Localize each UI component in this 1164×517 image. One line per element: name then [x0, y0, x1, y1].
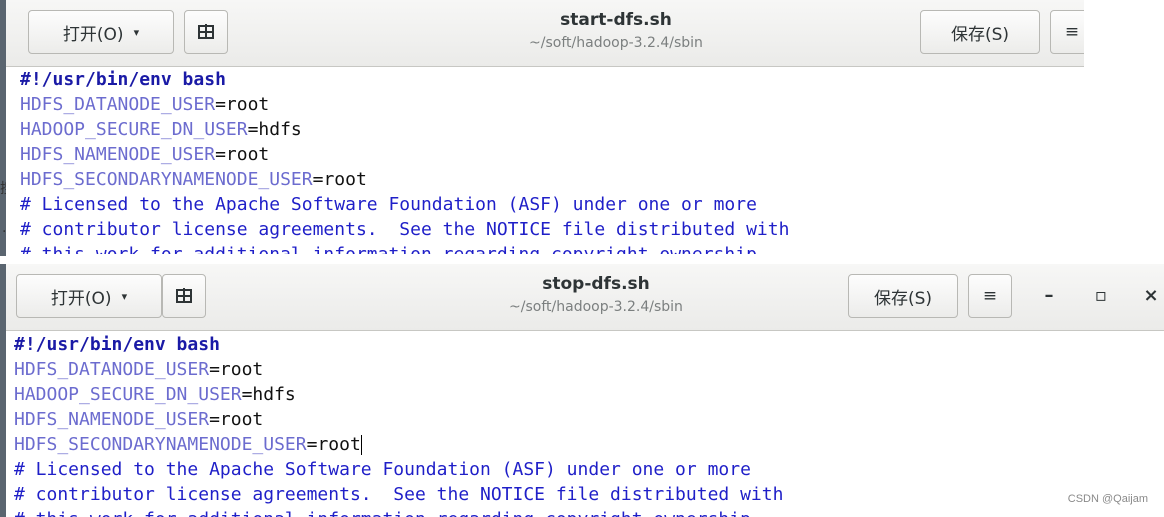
- hamburger-menu-icon: ≡: [982, 286, 998, 306]
- open-button[interactable]: 打开(O) ▾: [16, 274, 162, 318]
- save-button-label: 保存(S): [950, 24, 1010, 45]
- code-line: HDFS_NAMENODE_USER=root: [14, 409, 264, 430]
- hamburger-menu-icon: ≡: [1064, 22, 1080, 42]
- save-button-label: 保存(S): [873, 288, 933, 309]
- comment-line: # Licensed to the Apache Software Founda…: [14, 459, 751, 480]
- watermark: CSDN @Qaijam: [1067, 493, 1148, 505]
- code-line: HADOOP_SECURE_DN_USER=hdfs: [14, 384, 296, 405]
- title-area: stop-dfs.sh ~/soft/hadoop-3.2.4/sbin: [426, 272, 766, 318]
- close-icon: ×: [1143, 284, 1159, 306]
- hamburger-menu-button[interactable]: ≡: [968, 274, 1012, 318]
- chevron-down-icon: ▾: [133, 25, 140, 39]
- open-button-label: 打开(O): [62, 24, 124, 45]
- comment-line-partial: # this work for additional information r…: [20, 242, 1084, 254]
- code-line: HDFS_SECONDARYNAMENODE_USER=root: [14, 434, 362, 455]
- header-bar: 打开(O) ▾ stop-dfs.sh ~/soft/hadoop-3.2.4/…: [6, 264, 1164, 331]
- new-document-icon: [176, 288, 192, 303]
- save-button[interactable]: 保存(S): [848, 274, 958, 318]
- save-button[interactable]: 保存(S): [920, 10, 1040, 54]
- code-line: HDFS_SECONDARYNAMENODE_USER=root: [20, 169, 367, 190]
- code-line: HDFS_DATANODE_USER=root: [20, 94, 270, 115]
- header-bar: 打开(O) ▾ start-dfs.sh ~/soft/hadoop-3.2.4…: [6, 0, 1084, 67]
- gedit-window-stop-dfs: 打开(O) ▾ stop-dfs.sh ~/soft/hadoop-3.2.4/…: [6, 264, 1164, 517]
- new-document-button[interactable]: [162, 274, 206, 318]
- code-line: #!/usr/bin/env bash: [20, 69, 226, 90]
- open-button[interactable]: 打开(O) ▾: [28, 10, 174, 54]
- text-editor[interactable]: #!/usr/bin/env bash HDFS_DATANODE_USER=r…: [6, 332, 1164, 517]
- open-button-label: 打开(O): [50, 288, 112, 309]
- code-line: HADOOP_SECURE_DN_USER=hdfs: [20, 119, 302, 140]
- comment-line: # Licensed to the Apache Software Founda…: [20, 194, 757, 215]
- window-title: stop-dfs.sh: [542, 274, 650, 294]
- window-subtitle-path: ~/soft/hadoop-3.2.4/sbin: [509, 299, 683, 315]
- maximize-button[interactable]: ▫: [1088, 282, 1114, 308]
- close-button[interactable]: ×: [1138, 282, 1164, 308]
- minimize-button[interactable]: –: [1036, 282, 1062, 308]
- title-area: start-dfs.sh ~/soft/hadoop-3.2.4/sbin: [446, 8, 786, 54]
- comment-line: # contributor license agreements. See th…: [20, 219, 790, 240]
- chevron-down-icon: ▾: [121, 289, 128, 303]
- comment-line-partial: # this work for additional information r…: [14, 507, 1164, 517]
- gedit-window-start-dfs: 打开(O) ▾ start-dfs.sh ~/soft/hadoop-3.2.4…: [6, 0, 1084, 256]
- code-line: HDFS_NAMENODE_USER=root: [20, 144, 270, 165]
- maximize-icon: ▫: [1094, 284, 1108, 306]
- code-line: HDFS_DATANODE_USER=root: [14, 359, 264, 380]
- text-cursor: [360, 435, 362, 455]
- comment-line: # contributor license agreements. See th…: [14, 484, 784, 505]
- window-subtitle-path: ~/soft/hadoop-3.2.4/sbin: [529, 35, 703, 51]
- minimize-icon: –: [1044, 284, 1054, 306]
- new-document-button[interactable]: [184, 10, 228, 54]
- text-editor[interactable]: #!/usr/bin/env bash HDFS_DATANODE_USER=r…: [6, 67, 1084, 256]
- hamburger-menu-button[interactable]: ≡: [1050, 10, 1084, 54]
- window-title: start-dfs.sh: [560, 10, 672, 30]
- code-line: #!/usr/bin/env bash: [14, 334, 220, 355]
- new-document-icon: [198, 24, 214, 39]
